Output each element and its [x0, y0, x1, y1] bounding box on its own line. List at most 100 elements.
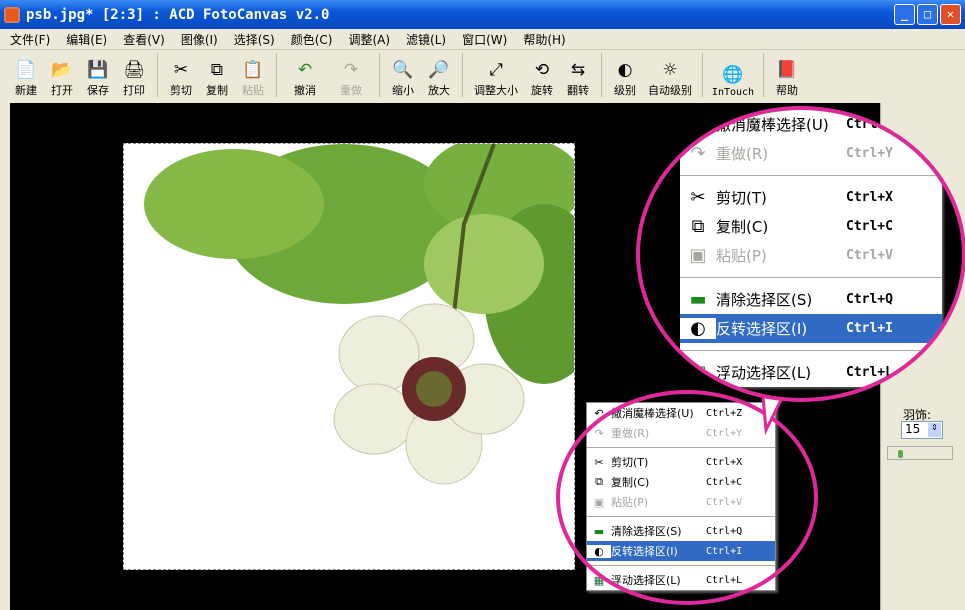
contrast-icon: ◐ [617, 60, 633, 80]
app-icon [4, 6, 20, 23]
save-button[interactable]: 💾 保存 [80, 58, 116, 98]
label: 翻转 [567, 84, 589, 97]
menu-item-float-selection[interactable]: ▦ 浮动选择区(L) Ctrl+L [680, 358, 942, 387]
menu-item-paste[interactable]: ▣ 粘贴(P) Ctrl+V [680, 241, 942, 270]
label: 打印 [123, 84, 145, 97]
redo-icon: ↷ [690, 143, 706, 164]
divider [601, 52, 602, 97]
menu-edit[interactable]: 编辑(E) [66, 31, 107, 48]
menu-view[interactable]: 查看(V) [123, 31, 165, 48]
divider [680, 175, 942, 176]
menu-filter[interactable]: 滤镜(L) [406, 31, 446, 48]
folder-icon: 📂 [51, 60, 73, 80]
clear-selection-icon: ▬ [689, 289, 707, 310]
label: 放大 [428, 84, 450, 97]
globe-icon: 🌐 [722, 65, 744, 85]
label: 粘贴 [242, 84, 264, 97]
rotate-icon: ⟲ [534, 60, 550, 80]
menu-select[interactable]: 选择(S) [234, 31, 275, 48]
divider [702, 52, 703, 97]
menu-file[interactable]: 文件(F) [10, 31, 50, 48]
rotate-button[interactable]: ⟲ 旋转 [524, 58, 560, 98]
label: 旋转 [531, 84, 553, 97]
scissors-icon: ✂ [173, 60, 189, 80]
shortcut: Ctrl+Y [846, 146, 893, 161]
toolbar: 📄 新建 📂 打开 💾 保存 🖨 打印 ✂ 剪切 ⧉ 复制 📋 粘贴 ↶ 撤消 ↷ 重做 🔍 缩小 … [8, 51, 965, 101]
print-button[interactable]: 🖨 打印 [116, 58, 152, 98]
image-selection[interactable] [123, 143, 575, 570]
label: 剪切(T) [716, 189, 767, 207]
undo-button[interactable]: ↶ 撤消 [282, 58, 328, 98]
shortcut: Ctrl+X [846, 190, 893, 205]
new-button[interactable]: 📄 新建 [8, 58, 44, 98]
close-button[interactable]: ✕ [940, 4, 961, 25]
spinner-icon[interactable]: ⇕ [928, 423, 941, 437]
label: InTouch [711, 87, 755, 98]
shortcut: Ctrl+I [846, 321, 893, 336]
paste-button[interactable]: 📋 粘贴 [235, 58, 271, 98]
menu-item-invert-selection[interactable]: ◐ 反转选择区(I) Ctrl+I [680, 314, 942, 343]
divider [462, 52, 463, 97]
label: 重做 [340, 84, 362, 97]
label: 调整大小 [474, 84, 518, 97]
divider [680, 277, 942, 278]
printer-icon: 🖨 [123, 60, 145, 80]
label: 自动级别 [648, 84, 692, 97]
flip-icon: ⇆ [570, 60, 586, 80]
window-title: psb.jpg* [2:3] : ACD FotoCanvas v2.0 [26, 6, 330, 23]
label: 撤消 [294, 84, 316, 97]
paste-icon: 📋 [242, 60, 264, 80]
menu-item-undo[interactable]: ↶ 撤消魔棒选择(U) Ctrl+Z [680, 110, 942, 139]
resize-button[interactable]: ⤢ 调整大小 [468, 58, 524, 98]
label: 反转选择区(I) [716, 320, 808, 338]
zoom-in-button[interactable]: 🔎 放大 [421, 58, 457, 98]
label: 帮助 [776, 84, 798, 97]
label: 打开 [51, 84, 73, 97]
label: 浮动选择区(L) [716, 364, 812, 382]
redo-button[interactable]: ↷ 重做 [328, 58, 374, 98]
divider [379, 52, 380, 97]
menu-item-cut[interactable]: ✂ 剪切(T) Ctrl+X [680, 183, 942, 212]
label: 级别 [614, 84, 636, 97]
flip-button[interactable]: ⇆ 翻转 [560, 58, 596, 98]
undo-icon: ↶ [297, 60, 313, 80]
intouch-button[interactable]: 🌐 InTouch [708, 63, 758, 98]
label: 保存 [87, 84, 109, 97]
menu-color[interactable]: 颜色(C) [291, 31, 333, 48]
floppy-icon: 💾 [87, 60, 109, 80]
auto-levels-button[interactable]: ☼ 自动级别 [643, 58, 697, 98]
copy-icon: ⧉ [691, 216, 705, 237]
feather-input[interactable]: 15 ⇕ [901, 421, 943, 439]
magnified-context-menu: ↶ 撤消魔棒选择(U) Ctrl+Z ↷ 重做(R) Ctrl+Y ✂ 剪切(T) Ctrl… [680, 110, 942, 387]
float-selection-icon: ▦ [689, 362, 707, 383]
levels-button[interactable]: ◐ 级别 [607, 58, 643, 98]
menu-item-copy[interactable]: ⧉ 复制(C) Ctrl+C [680, 212, 942, 241]
minimize-button[interactable]: _ [894, 4, 915, 25]
menu-item-redo[interactable]: ↷ 重做(R) Ctrl+Y [680, 139, 942, 168]
menu-image[interactable]: 图像(I) [181, 31, 218, 48]
magnifier-callout: ↶ 撤消魔棒选择(U) Ctrl+Z ↷ 重做(R) Ctrl+Y ✂ 剪切(T) Ctrl… [636, 106, 965, 402]
menu-help[interactable]: 帮助(H) [523, 31, 565, 48]
zoom-out-button[interactable]: 🔍 缩小 [385, 58, 421, 98]
scissors-icon: ✂ [690, 187, 706, 208]
menu-bar: 文件(F) 编辑(E) 查看(V) 图像(I) 选择(S) 颜色(C) 调整(A… [0, 29, 965, 50]
menu-adjust[interactable]: 调整(A) [348, 31, 390, 48]
invert-icon: ◐ [680, 318, 716, 339]
title-bar: psb.jpg* [2:3] : ACD FotoCanvas v2.0 _ □… [0, 0, 965, 29]
maximize-button[interactable]: □ [917, 4, 938, 25]
label: 缩小 [392, 84, 414, 97]
zoom-in-icon: 🔎 [428, 60, 450, 80]
flower-image [144, 144, 574, 485]
feather-slider[interactable] [887, 446, 953, 460]
copy-button[interactable]: ⧉ 复制 [199, 58, 235, 98]
help-button[interactable]: 📕 帮助 [769, 58, 805, 98]
shortcut: Ctrl+Q [846, 292, 893, 307]
menu-item-clear-selection[interactable]: ▬ 清除选择区(S) Ctrl+Q [680, 285, 942, 314]
sun-icon: ☼ [662, 60, 678, 80]
label: 复制(C) [716, 218, 769, 236]
label: 清除选择区(S) [716, 291, 813, 309]
slider-thumb[interactable] [898, 450, 903, 458]
menu-window[interactable]: 窗口(W) [462, 31, 507, 48]
cut-button[interactable]: ✂ 剪切 [163, 58, 199, 98]
open-button[interactable]: 📂 打开 [44, 58, 80, 98]
